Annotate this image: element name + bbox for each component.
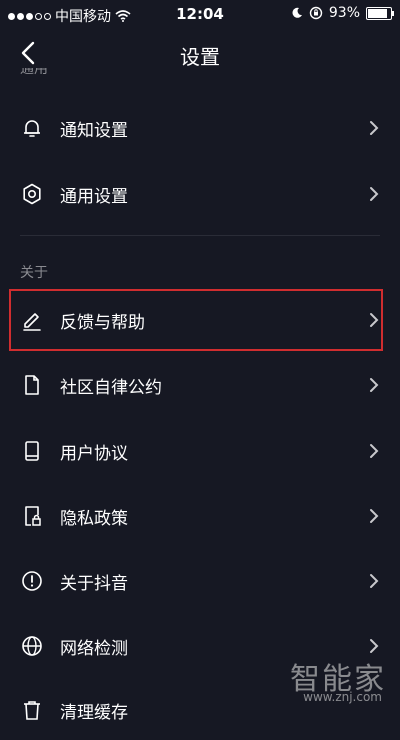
gear-icon (23, 183, 41, 205)
trash-icon (24, 701, 40, 720)
divider (20, 235, 380, 236)
document-icon (25, 375, 39, 395)
nav-bar: 设置 (0, 28, 400, 78)
watermark-url: www.znj.com (303, 690, 382, 704)
chevron-right-icon (370, 121, 379, 135)
settings-row-notifications[interactable]: 通知设置 (0, 98, 400, 158)
row-label: 通用设置 (60, 186, 128, 207)
row-label: 网络检测 (60, 638, 128, 659)
battery-icon (366, 6, 394, 20)
battery-percent: 93% (328, 5, 360, 21)
chevron-right-icon (370, 574, 379, 588)
bell-icon (24, 120, 40, 137)
globe-icon (22, 636, 42, 656)
row-label: 关于抖音 (60, 573, 128, 594)
page-title: 设置 (180, 45, 220, 69)
settings-row-privacy-policy[interactable]: 隐私政策 (0, 486, 400, 546)
moon-icon (292, 7, 302, 18)
section-header-general: 通用 (20, 68, 48, 77)
status-right: 93% (291, 5, 394, 21)
row-label: 清理缓存 (60, 702, 128, 723)
row-label: 社区自律公约 (60, 377, 162, 398)
watermark: 智能家 www.znj.com (278, 650, 388, 710)
status-bar: 中国移动 12:04 93% (0, 0, 400, 28)
rotation-lock-icon (309, 6, 323, 20)
row-label: 隐私政策 (60, 508, 128, 529)
chevron-right-icon (370, 187, 379, 201)
chevron-right-icon (370, 509, 379, 523)
chevron-right-icon (370, 378, 379, 392)
info-exclamation-icon (22, 571, 42, 591)
settings-row-community-guidelines[interactable]: 社区自律公约 (0, 355, 400, 415)
row-label: 用户协议 (60, 443, 128, 464)
chevron-right-icon (370, 444, 379, 458)
section-header-about: 关于 (20, 265, 48, 281)
settings-row-about-douyin[interactable]: 关于抖音 (0, 551, 400, 611)
settings-row-user-agreement[interactable]: 用户协议 (0, 421, 400, 481)
lock-document-icon (25, 506, 41, 526)
settings-row-general[interactable]: 通用设置 (0, 164, 400, 224)
highlight-box (9, 289, 383, 351)
row-label: 通知设置 (60, 120, 128, 141)
book-icon (25, 441, 39, 461)
